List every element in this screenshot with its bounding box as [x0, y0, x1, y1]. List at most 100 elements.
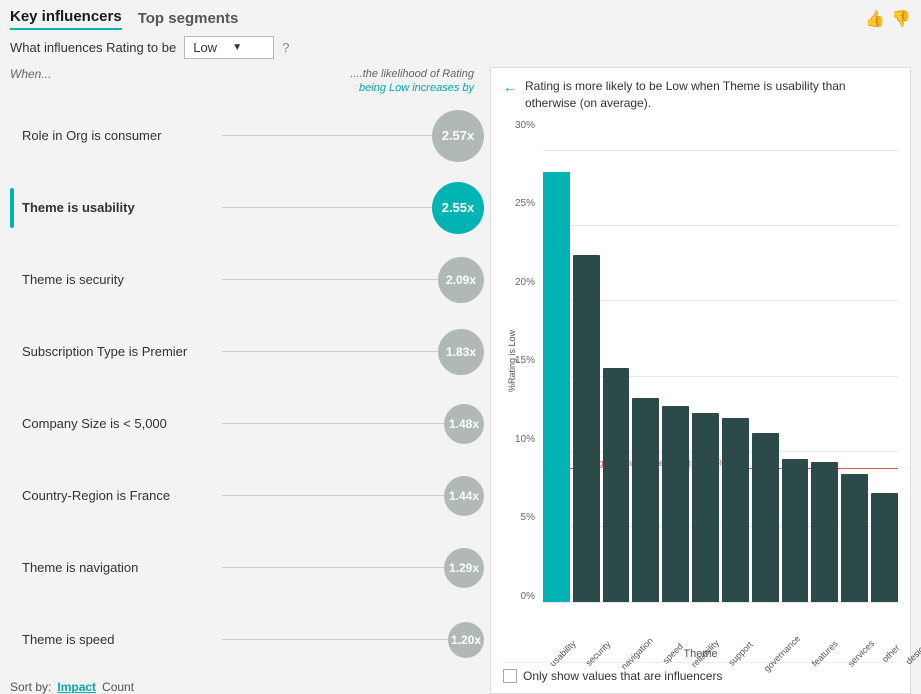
- bar-group: [841, 120, 868, 602]
- bar[interactable]: [722, 418, 749, 602]
- tab-key-influencers[interactable]: Key influencers: [10, 8, 122, 30]
- col-when-label: When...: [10, 67, 51, 81]
- chart-container: %Rating is Low 30%25%20%15%10%5%0% Avera…: [503, 120, 898, 662]
- influencer-item[interactable]: Company Size is < 5,000 1.48x: [10, 388, 484, 460]
- x-axis-title: Theme: [683, 648, 717, 660]
- influencer-label: Company Size is < 5,000: [22, 416, 222, 431]
- bar[interactable]: [573, 255, 600, 601]
- influencer-item[interactable]: Theme is security 2.09x: [10, 244, 484, 316]
- influencer-bubble: 1.44x: [444, 476, 484, 516]
- y-axis-label: 10%: [503, 434, 535, 445]
- influencer-item[interactable]: Theme is usability 2.55x: [10, 172, 484, 244]
- influencer-label: Country-Region is France: [22, 488, 222, 503]
- x-label-item: governance: [755, 602, 802, 662]
- connector-line: [222, 639, 448, 640]
- y-axis-label: 20%: [503, 277, 535, 288]
- x-label-item: features: [805, 602, 838, 662]
- sort-impact[interactable]: Impact: [57, 680, 96, 694]
- influencer-bubble: 1.20x: [448, 622, 484, 658]
- connector-line: [222, 135, 432, 136]
- connector-line: [222, 207, 432, 208]
- x-axis-labels: usabilitysecuritynavigationspeedreliabil…: [543, 602, 898, 662]
- y-axis-label: 5%: [503, 512, 535, 523]
- influencer-label: Theme is usability: [22, 200, 222, 215]
- connector-line: [222, 279, 438, 280]
- influencer-item[interactable]: Role in Org is consumer 2.57x: [10, 100, 484, 172]
- influencer-item[interactable]: Subscription Type is Premier 1.83x: [10, 316, 484, 388]
- help-icon[interactable]: ?: [282, 40, 289, 55]
- influencer-label: Role in Org is consumer: [22, 128, 222, 143]
- connector-line: [222, 567, 444, 568]
- bar[interactable]: [603, 368, 630, 601]
- thumbs-down-icon[interactable]: 👎: [891, 9, 911, 29]
- influencer-item[interactable]: Theme is speed 1.20x: [10, 604, 484, 676]
- bar-group: [543, 120, 570, 602]
- y-axis-label: 30%: [503, 120, 535, 131]
- y-axis-labels: 30%25%20%15%10%5%0%: [503, 120, 539, 602]
- x-label-item: navigation: [613, 602, 654, 662]
- bar[interactable]: [752, 433, 779, 602]
- influencer-item[interactable]: Country-Region is France 1.44x: [10, 460, 484, 532]
- x-label-text: design: [904, 640, 921, 666]
- chart-bars-area: [543, 120, 898, 602]
- influencer-label: Subscription Type is Premier: [22, 344, 222, 359]
- y-axis-label: 25%: [503, 198, 535, 209]
- tab-top-segments[interactable]: Top segments: [138, 10, 239, 30]
- influencer-label: Theme is speed: [22, 632, 222, 647]
- main-content: When... ....the likelihood of Rating bei…: [10, 67, 911, 694]
- left-panel: When... ....the likelihood of Rating bei…: [10, 67, 490, 694]
- filter-dropdown[interactable]: Low ▼: [184, 36, 274, 59]
- connector-line: [222, 495, 444, 496]
- influencer-label: Theme is security: [22, 272, 222, 287]
- bar-group: [782, 120, 809, 602]
- bar[interactable]: [841, 474, 868, 602]
- bar[interactable]: [543, 172, 570, 601]
- panel-header: ← Rating is more likely to be Low when T…: [503, 78, 898, 112]
- bar[interactable]: [782, 459, 809, 602]
- influencer-bubble: 1.29x: [444, 548, 484, 588]
- sort-count[interactable]: Count: [102, 680, 134, 694]
- bar-group: [632, 120, 659, 602]
- column-headers: When... ....the likelihood of Rating bei…: [10, 67, 484, 96]
- bar[interactable]: [811, 462, 838, 602]
- bar[interactable]: [692, 413, 719, 601]
- x-label-item: support: [722, 602, 752, 662]
- chevron-down-icon: ▼: [232, 42, 265, 53]
- connector-line: [222, 423, 444, 424]
- thumbs-up-icon[interactable]: 👍: [865, 9, 885, 29]
- x-label-item: speed: [657, 602, 682, 662]
- connector-line: [222, 351, 438, 352]
- bar-group: [692, 120, 719, 602]
- influencer-bubble: 2.57x: [432, 110, 484, 162]
- filter-label: What influences Rating to be: [10, 40, 176, 55]
- bar[interactable]: [662, 406, 689, 602]
- bar[interactable]: [632, 398, 659, 601]
- x-label-item: other: [877, 602, 898, 662]
- sort-label: Sort by:: [10, 680, 51, 694]
- tabs-bar: Key influencers Top segments 👍 👎: [10, 8, 911, 30]
- y-axis-label: 15%: [503, 355, 535, 366]
- chart-area: %Rating is Low 30%25%20%15%10%5%0% Avera…: [503, 120, 898, 683]
- filter-value: Low: [193, 40, 226, 55]
- x-label-text: other: [880, 642, 902, 664]
- influencer-bubble: 2.55x: [432, 182, 484, 234]
- bar-group: [662, 120, 689, 602]
- influencer-item[interactable]: Theme is navigation 1.29x: [10, 532, 484, 604]
- bar[interactable]: [871, 493, 898, 601]
- right-panel: ← Rating is more likely to be Low when T…: [490, 67, 911, 694]
- bar-group: [811, 120, 838, 602]
- selected-indicator: [10, 188, 14, 228]
- influencer-bubble: 2.09x: [438, 257, 484, 303]
- x-label-item: usability: [543, 602, 576, 662]
- influencer-list: Role in Org is consumer 2.57x Theme is u…: [10, 100, 484, 676]
- filter-bar: What influences Rating to be Low ▼ ?: [10, 36, 911, 59]
- bar-group: [603, 120, 630, 602]
- x-label-item: security: [579, 602, 610, 662]
- bar-group: [752, 120, 779, 602]
- influencer-bubble: 1.48x: [444, 404, 484, 444]
- influencer-label: Theme is navigation: [22, 560, 222, 575]
- x-label-item: services: [841, 602, 874, 662]
- col-likelihood-label: ....the likelihood of Rating being Low i…: [350, 67, 474, 96]
- back-arrow-icon[interactable]: ←: [503, 79, 517, 95]
- bar-group: [871, 120, 898, 602]
